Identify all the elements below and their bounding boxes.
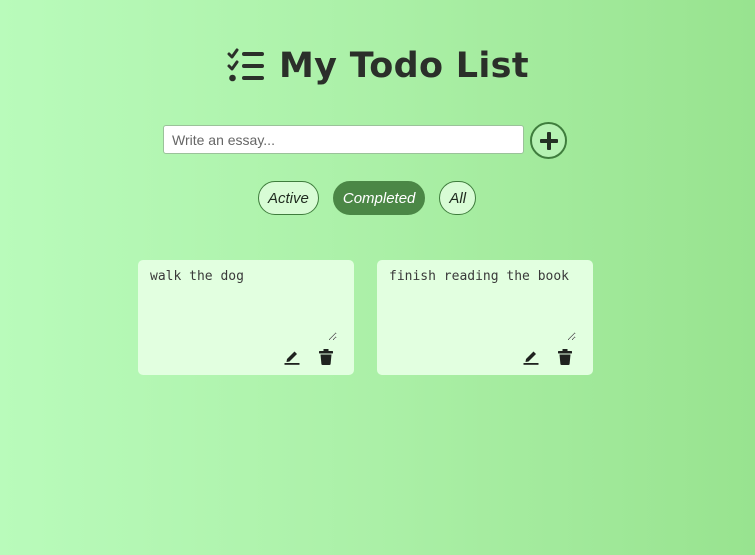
todo-text[interactable]: finish reading the book	[389, 268, 576, 341]
todo-list: walk the dog finish reading the book	[138, 260, 593, 375]
todo-actions	[523, 348, 573, 365]
todo-text[interactable]: walk the dog	[150, 268, 337, 341]
trash-icon	[319, 348, 333, 365]
todo-actions	[284, 348, 334, 365]
add-todo-form	[163, 122, 569, 160]
pencil-icon	[523, 351, 539, 365]
todo-card: finish reading the book	[377, 260, 593, 375]
checklist-icon	[227, 48, 264, 82]
filter-completed-button[interactable]: Completed	[332, 181, 426, 215]
filter-all-button[interactable]: All	[439, 181, 477, 215]
edit-button[interactable]	[523, 348, 539, 365]
trash-icon	[558, 348, 572, 365]
add-todo-button[interactable]	[530, 122, 567, 159]
filter-active-button[interactable]: Active	[258, 181, 319, 215]
filter-bar: Active Completed All	[258, 181, 477, 215]
plus-circle-icon	[539, 131, 558, 150]
delete-button[interactable]	[318, 348, 334, 365]
todo-input[interactable]	[163, 125, 524, 154]
delete-button[interactable]	[557, 348, 573, 365]
edit-button[interactable]	[284, 348, 300, 365]
pencil-icon	[284, 351, 300, 365]
todo-card: walk the dog	[138, 260, 354, 375]
page-title: My Todo List	[279, 46, 529, 86]
app-header: My Todo List	[226, 44, 529, 88]
